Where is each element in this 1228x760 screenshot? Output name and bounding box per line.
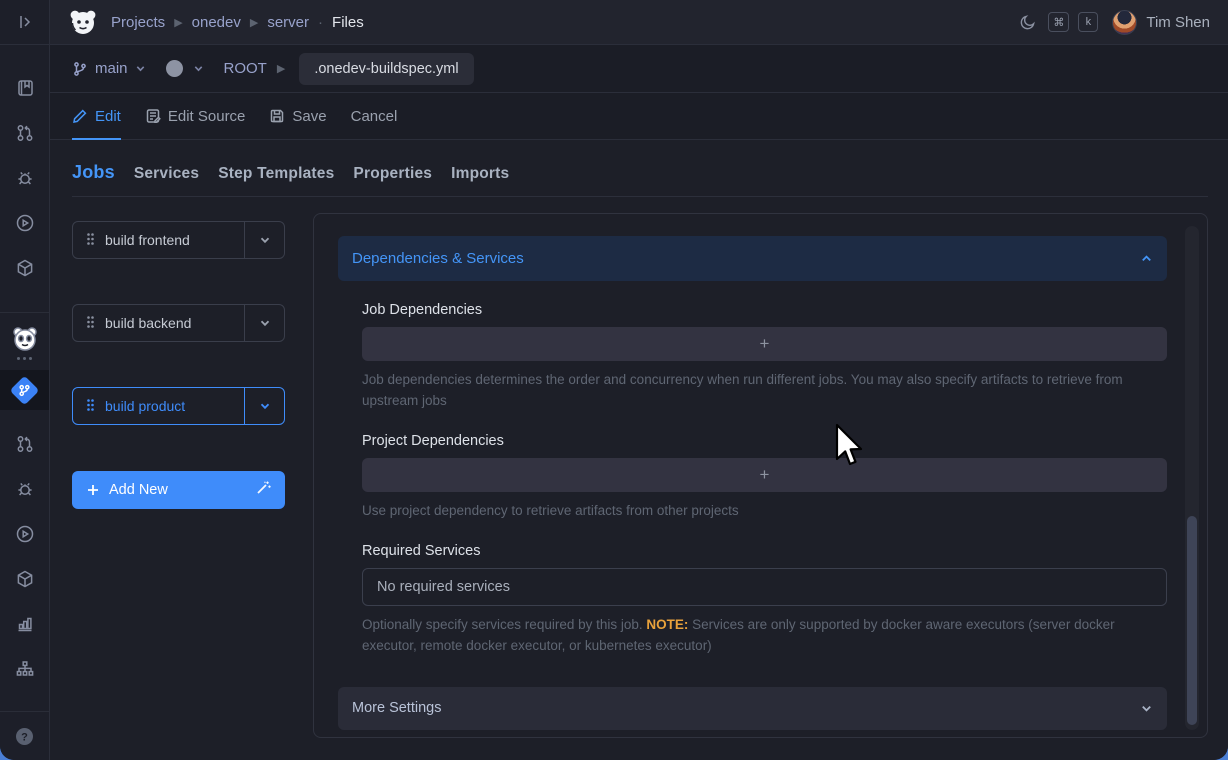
svg-text:?: ? [21,731,28,743]
job-menu-button[interactable] [244,388,284,424]
breadcrumb-projects[interactable]: Projects [111,14,165,31]
job-list: build frontend build backend [72,213,285,738]
project-dependencies-helper: Use project dependency to retrieve artif… [362,501,1167,522]
stats-chart-icon[interactable] [14,613,36,635]
project-dependencies-add-button[interactable]: + [362,458,1167,492]
job-label: build frontend [105,232,190,248]
plus-icon: + [760,465,770,485]
branch-selector[interactable]: main [72,60,146,77]
buildspec-editor: Jobs Services Step Templates Properties … [50,140,1228,760]
chevron-up-icon [1140,252,1153,265]
chevron-down-icon[interactable] [193,63,204,74]
drag-handle-icon[interactable] [86,315,95,332]
breadcrumb: Projects ▶ onedev ▶ server · Files [111,14,364,31]
branch-bar: main ROOT ▶ .onedev-buildspec.yml [50,45,1228,93]
job-dependencies-label: Job Dependencies [362,302,1167,318]
project-dependencies-label: Project Dependencies [362,433,1167,449]
chevron-down-icon [135,63,146,74]
builds-play-icon[interactable] [14,523,36,545]
tab-cancel[interactable]: Cancel [351,93,398,139]
builds-play-icon[interactable] [14,212,36,234]
edit-toolbar: Edit Edit Source Save Cancel [50,93,1228,140]
tab-save[interactable]: Save [269,93,326,139]
job-dependencies-helper: Job dependencies determines the order an… [362,370,1167,412]
job-dependencies-add-button[interactable]: + [362,327,1167,361]
tab-edit[interactable]: Edit [72,93,121,139]
plus-icon: + [760,334,770,354]
required-services-helper: Optionally specify services required by … [362,615,1167,657]
tab-imports[interactable]: Imports [451,165,509,183]
pull-request-icon[interactable] [14,433,36,455]
files-book-icon[interactable] [14,77,36,99]
breadcrumb-onedev[interactable]: onedev [192,14,241,31]
job-label: build backend [105,315,191,331]
kbd-k[interactable]: k [1078,12,1098,32]
required-services-label: Required Services [362,543,1167,559]
note-badge: NOTE: [646,617,688,632]
commit-status-dot[interactable] [166,60,183,77]
chevron-right-icon: ▶ [250,16,258,29]
scrollbar-thumb[interactable] [1187,516,1197,725]
hierarchy-icon[interactable] [14,658,36,680]
panel-scrollbar[interactable] [1185,226,1199,730]
sidebar-divider [0,312,49,313]
chevron-down-icon [1140,702,1153,715]
job-label: build product [105,398,185,414]
dot-separator: · [318,14,323,31]
breadcrumb-files: Files [332,14,364,31]
user-name[interactable]: Tim Shen [1146,14,1210,31]
section-divider [72,196,1208,197]
required-services-value: No required services [377,579,510,595]
drag-handle-icon[interactable] [86,232,95,249]
job-item-build-product[interactable]: build product [72,387,285,425]
onedev-logo-icon[interactable] [68,7,98,37]
magic-wand-icon [255,480,271,500]
bug-icon[interactable] [14,167,36,189]
tab-step-templates[interactable]: Step Templates [218,165,334,183]
job-menu-button[interactable] [244,222,284,258]
tab-jobs[interactable]: Jobs [72,162,115,183]
path-root-link[interactable]: ROOT [224,60,267,77]
expand-sidebar-icon[interactable] [14,11,36,33]
job-menu-button[interactable] [244,305,284,341]
dependencies-services-section-header[interactable]: Dependencies & Services [338,236,1167,281]
chevron-right-icon: ▶ [174,16,182,29]
tab-services[interactable]: Services [134,165,199,183]
app-window: ? Projects ▶ onedev ▶ [0,0,1228,760]
tab-edit-source[interactable]: Edit Source [145,93,246,139]
job-item-build-frontend[interactable]: build frontend [72,221,285,259]
tab-properties[interactable]: Properties [353,165,432,183]
chevron-right-icon: ▶ [277,62,285,75]
sidebar: ? [0,0,50,760]
bug-icon[interactable] [14,478,36,500]
file-name-chip[interactable]: .onedev-buildspec.yml [299,53,473,85]
project-avatar-panda[interactable] [12,326,38,352]
kbd-cmd[interactable]: ⌘ [1048,12,1069,32]
packages-icon[interactable] [14,257,36,279]
packages-icon[interactable] [14,568,36,590]
required-services-field[interactable]: No required services [362,568,1167,606]
pull-request-icon[interactable] [14,122,36,144]
job-detail-panel: Dependencies & Services Job Dependencies… [313,213,1208,738]
more-settings-section-header[interactable]: More Settings [338,687,1167,730]
dark-mode-moon-icon[interactable] [1017,11,1039,33]
user-avatar[interactable] [1112,10,1137,35]
help-icon[interactable]: ? [14,725,36,747]
job-item-build-backend[interactable]: build backend [72,304,285,342]
add-new-job-button[interactable]: Add New [72,471,285,509]
more-dots-icon[interactable] [17,357,32,360]
branch-name: main [95,60,128,77]
drag-handle-icon[interactable] [86,398,95,415]
plus-icon [86,483,100,497]
sidebar-item-code-selected[interactable] [0,370,49,410]
topbar: Projects ▶ onedev ▶ server · Files ⌘ k T… [50,0,1228,45]
section-tabs: Jobs Services Step Templates Properties … [72,162,1208,183]
breadcrumb-server[interactable]: server [267,14,309,31]
code-diamond-icon [10,375,40,405]
